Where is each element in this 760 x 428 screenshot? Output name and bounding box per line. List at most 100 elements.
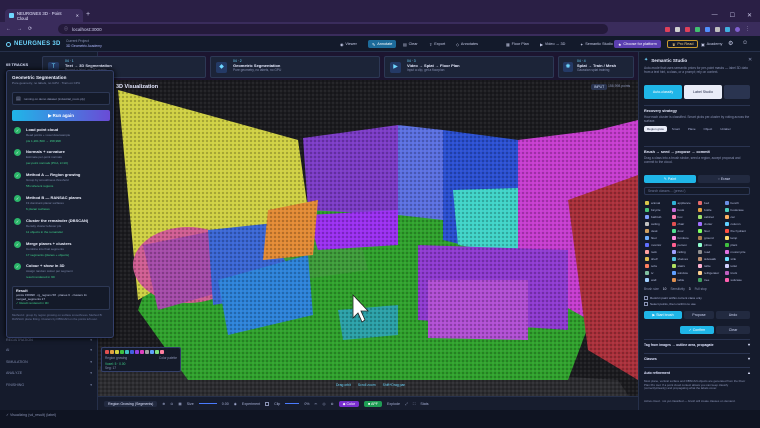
class-item[interactable]: wall — [645, 278, 670, 282]
checkbox[interactable] — [265, 401, 270, 406]
mode-more-button[interactable] — [724, 85, 750, 99]
class-item[interactable]: tree — [698, 278, 723, 282]
class-search-input[interactable]: Search classes… (press /) — [644, 187, 750, 195]
extension-icon[interactable] — [705, 26, 710, 32]
option-restrict[interactable]: Restrict paint within current class only — [644, 296, 702, 300]
app-logo[interactable]: NEURGNES 3D — [6, 41, 61, 47]
class-item[interactable]: truck — [724, 271, 750, 275]
section-simulation[interactable]: SIMULATION ▾ — [6, 358, 92, 366]
section-auto-refinement[interactable]: Auto refinement ▴ — [644, 367, 750, 377]
class-item[interactable]: car — [724, 215, 750, 219]
stats-button[interactable]: Stats — [420, 402, 428, 406]
label-studio-button[interactable]: Label Studio — [684, 85, 722, 99]
expand-icon[interactable]: ⤢ — [405, 402, 408, 406]
confirm-button[interactable]: ✓ Confirm — [680, 326, 714, 334]
maximize-icon[interactable]: ☐ — [730, 12, 735, 19]
class-item[interactable]: box — [671, 215, 697, 219]
extension-icon[interactable] — [665, 26, 670, 32]
auto-classify-button[interactable]: Auto-classify — [644, 85, 682, 99]
color-button[interactable]: ◆ Color — [338, 400, 360, 407]
class-item[interactable]: animal — [645, 201, 670, 205]
class-item[interactable]: shelves — [671, 257, 697, 261]
eye-icon[interactable]: ◉ — [234, 402, 237, 406]
section-finishing[interactable]: FINISHING ▾ — [6, 381, 92, 389]
nav-annotates[interactable]: ◇ Annotates — [452, 40, 482, 48]
nav-clear[interactable]: ▤ Clear — [399, 40, 422, 48]
input-badge[interactable]: INPUT — [591, 84, 608, 90]
propose-button[interactable]: Propose — [684, 311, 714, 319]
class-item[interactable]: floor — [698, 229, 723, 233]
class-item[interactable]: desk — [645, 229, 670, 233]
recovery-option[interactable]: Region grow — [644, 126, 667, 133]
sensitivity-value[interactable]: 3 — [689, 287, 691, 291]
section-analyze[interactable]: ANALYZE ▾ — [6, 369, 92, 377]
extension-icon[interactable] — [725, 26, 730, 32]
class-item[interactable]: road — [698, 250, 723, 254]
recovery-option[interactable]: Unlabel — [717, 126, 733, 132]
class-item[interactable]: toilet — [724, 264, 750, 268]
recovery-option[interactable]: Plane — [685, 126, 699, 132]
class-item[interactable]: ground — [698, 236, 723, 240]
track-card-splat[interactable]: ✺ 04 · 4 Splat → Train / Mesh Gaussian s… — [558, 56, 634, 78]
brush-size-value[interactable]: 10 — [663, 287, 667, 291]
extension-icon[interactable] — [675, 26, 680, 32]
section-tag-images[interactable]: Tag from images → outline area, propagat… — [644, 339, 750, 349]
class-item[interactable]: column — [724, 222, 750, 226]
class-item[interactable]: bathtub — [645, 215, 670, 219]
grid-icon[interactable]: ▦ — [178, 402, 181, 406]
recovery-option[interactable]: Object — [701, 126, 716, 132]
class-item[interactable]: chair — [671, 222, 697, 226]
extension-icon[interactable] — [685, 26, 690, 32]
class-item[interactable]: table — [698, 264, 723, 268]
user-icon[interactable]: ☺ — [742, 40, 748, 46]
settings-icon[interactable]: ⚙ — [728, 40, 733, 47]
class-item[interactable]: clutter — [698, 222, 723, 226]
size-slider[interactable] — [198, 402, 217, 405]
source-selector[interactable]: ▤ running on demo dataset (industrial_ro… — [12, 92, 110, 105]
close-tab-icon[interactable]: ✕ — [76, 13, 79, 18]
nav-video-3d[interactable]: ▶ Video → 3D — [536, 40, 569, 48]
class-item[interactable]: person — [671, 243, 697, 247]
nav-viewer[interactable]: ◉ Viewer — [336, 40, 361, 48]
class-item[interactable]: window — [671, 271, 697, 275]
class-item[interactable]: cabinet — [698, 215, 723, 219]
close-window-icon[interactable]: ✕ — [747, 12, 752, 19]
render-mode-select[interactable]: Region Growing (Segments) — [104, 400, 158, 407]
camera-icon[interactable]: ◎ — [323, 402, 326, 406]
site-info-icon[interactable]: ⓘ — [64, 26, 68, 32]
class-item[interactable]: door — [671, 229, 697, 233]
pro-read-button[interactable]: ♛ Pro Read — [667, 40, 699, 48]
class-item[interactable]: furniture — [671, 236, 697, 240]
class-item[interactable]: plant — [724, 243, 750, 247]
class-item[interactable]: bed — [698, 201, 723, 205]
class-item[interactable]: ceiling — [645, 222, 670, 226]
menu-icon[interactable]: ⋮ — [745, 26, 750, 32]
class-item[interactable]: tv — [645, 271, 670, 275]
reload-icon[interactable]: ⟳ — [28, 26, 32, 32]
class-item[interactable]: rack — [645, 250, 670, 254]
class-item[interactable]: motorcycle — [724, 250, 750, 254]
nav-semantic-studio[interactable]: ✦ Semantic Studio — [576, 40, 617, 48]
class-item[interactable]: bicycle — [645, 208, 670, 212]
class-item[interactable]: bottle — [698, 208, 723, 212]
fullscreen-icon[interactable]: ⛶ — [413, 402, 416, 406]
class-item[interactable]: book — [671, 208, 697, 212]
run-again-button[interactable]: ▶ Run again — [12, 110, 110, 121]
choose-platform-button[interactable]: ★ Choose for platform — [614, 40, 661, 48]
class-item[interactable]: bookcase — [724, 208, 750, 212]
checkbox[interactable] — [644, 302, 648, 306]
extension-icon[interactable] — [715, 26, 720, 32]
section-ai[interactable]: AI ▾ — [6, 346, 92, 354]
class-item[interactable]: lamp — [724, 236, 750, 240]
reset-icon[interactable]: ⊙ — [170, 402, 173, 406]
forward-icon[interactable]: → — [17, 26, 22, 32]
class-item[interactable]: pillow — [698, 243, 723, 247]
class-item[interactable]: sink — [724, 257, 750, 261]
clear-button[interactable]: Clear — [716, 326, 750, 334]
nav-academy[interactable]: ▣ Academy — [697, 40, 726, 48]
section-classes[interactable]: Classes ▾ — [644, 353, 750, 363]
class-item[interactable]: table — [671, 278, 697, 282]
class-item[interactable]: monitor — [645, 243, 670, 247]
paint-button[interactable]: ✎ Paint — [644, 175, 696, 183]
class-item[interactable]: railing — [671, 250, 697, 254]
